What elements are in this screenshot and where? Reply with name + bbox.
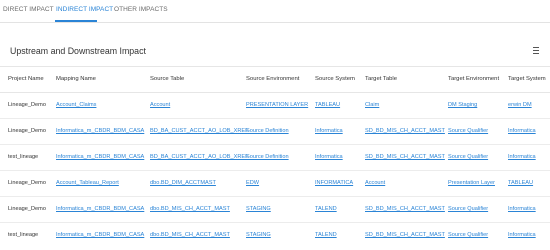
cell-source-table-link[interactable]: dbo.BD_DIM_ACCTMAST <box>150 180 216 186</box>
row-divider <box>0 170 550 171</box>
hamburger-icon[interactable] <box>533 47 539 54</box>
cell-target-environment-link[interactable]: Source Qualifier <box>448 206 488 212</box>
row-divider <box>0 118 550 119</box>
active-tab-indicator <box>55 20 97 22</box>
cell-project-name: Lineage_Demo <box>8 102 46 108</box>
row-divider <box>0 196 550 197</box>
cell-project-name: test_lineage <box>8 154 39 160</box>
column-header-source-environment[interactable]: Source Environment <box>246 76 299 82</box>
cell-source-table-link[interactable]: BD_BA_CUST_ACCT_AO_LOB_XREF <box>150 154 249 160</box>
impact-panel <box>0 35 550 250</box>
cell-target-environment-link[interactable]: Source Qualifier <box>448 128 488 134</box>
cell-target-table-link[interactable]: Claim <box>365 102 379 108</box>
cell-mapping-name-link[interactable]: Account_Tableau_Report <box>56 180 119 186</box>
cell-source-system-link[interactable]: TALEND <box>315 206 337 212</box>
column-header-target-system[interactable]: Target System <box>508 76 546 82</box>
row-divider <box>0 222 550 223</box>
cell-source-system-link[interactable]: TABLEAU <box>315 102 340 108</box>
cell-target-system-link[interactable]: Informatica <box>508 206 536 212</box>
cell-target-system-link[interactable]: Informatica <box>508 232 536 238</box>
impact-tabs: DIRECT IMPACT INDIRECT IMPACT OTHER IMPA… <box>0 0 550 23</box>
cell-source-environment-link[interactable]: Source Definition <box>246 154 289 160</box>
cell-target-environment-link[interactable]: Source Qualifier <box>448 154 488 160</box>
cell-source-environment-link[interactable]: EDW <box>246 180 259 186</box>
column-header-project-name[interactable]: Project Name <box>8 76 44 82</box>
column-header-source-system[interactable]: Source System <box>315 76 355 82</box>
column-header-target-table[interactable]: Target Table <box>365 76 397 82</box>
cell-mapping-name-link[interactable]: Account_Claims <box>56 102 96 108</box>
cell-mapping-name-link[interactable]: Informatica_m_CBDR_BDM_CASA <box>56 232 144 238</box>
cell-project-name: Lineage_Demo <box>8 128 46 134</box>
cell-target-system-link[interactable]: Informatica <box>508 154 536 160</box>
cell-target-environment-link[interactable]: DM Staging <box>448 102 477 108</box>
tab-other-impacts[interactable]: OTHER IMPACTS <box>114 6 168 13</box>
cell-target-table-link[interactable]: SD_BD_MIS_CH_ACCT_MAST <box>365 206 445 212</box>
cell-source-table-link[interactable]: dbo.BD_MIS_CH_ACCT_MAST <box>150 232 230 238</box>
cell-source-system-link[interactable]: Informatica <box>315 154 343 160</box>
cell-target-table-link[interactable]: Account <box>365 180 385 186</box>
cell-project-name: test_lineage <box>8 232 39 238</box>
cell-source-system-link[interactable]: INFORMATICA <box>315 180 353 186</box>
divider <box>0 66 550 67</box>
column-header-mapping-name[interactable]: Mapping Name <box>56 76 96 82</box>
cell-target-system-link[interactable]: Informatica <box>508 128 536 134</box>
cell-target-table-link[interactable]: SD_BD_MIS_CH_ACCT_MAST <box>365 154 445 160</box>
cell-source-system-link[interactable]: Informatica <box>315 128 343 134</box>
cell-target-table-link[interactable]: SD_BD_MIS_CH_ACCT_MAST <box>365 128 445 134</box>
cell-target-system-link[interactable]: erwin DM <box>508 102 532 108</box>
cell-source-table-link[interactable]: Account <box>150 102 170 108</box>
cell-source-table-link[interactable]: BD_BA_CUST_ACCT_AO_LOB_XREF <box>150 128 249 134</box>
cell-target-environment-link[interactable]: Source Qualifier <box>448 232 488 238</box>
cell-project-name: Lineage_Demo <box>8 180 46 186</box>
cell-target-table-link[interactable]: SD_BD_MIS_CH_ACCT_MAST <box>365 232 445 238</box>
cell-source-environment-link[interactable]: STAGING <box>246 232 271 238</box>
cell-source-table-link[interactable]: dbo.BD_MIS_CH_ACCT_MAST <box>150 206 230 212</box>
panel-title: Upstream and Downstream Impact <box>10 46 146 56</box>
cell-mapping-name-link[interactable]: Informatica_m_CBDR_BDM_CASA <box>56 128 144 134</box>
cell-target-environment-link[interactable]: Presentation Layer <box>448 180 495 186</box>
tab-direct-impact[interactable]: DIRECT IMPACT <box>3 6 54 13</box>
column-header-target-environment[interactable]: Target Environment <box>448 76 499 82</box>
cell-source-system-link[interactable]: TALEND <box>315 232 337 238</box>
column-header-source-table[interactable]: Source Table <box>150 76 184 82</box>
cell-source-environment-link[interactable]: Source Definition <box>246 128 289 134</box>
cell-source-environment-link[interactable]: STAGING <box>246 206 271 212</box>
cell-project-name: Lineage_Demo <box>8 206 46 212</box>
cell-source-environment-link[interactable]: PRESENTATION LAYER <box>246 102 308 108</box>
cell-mapping-name-link[interactable]: Informatica_m_CBDR_BDM_CASA <box>56 154 144 160</box>
tab-indirect-impact[interactable]: INDIRECT IMPACT <box>56 6 113 13</box>
row-divider <box>0 144 550 145</box>
divider <box>0 92 550 93</box>
cell-target-system-link[interactable]: TABLEAU <box>508 180 533 186</box>
cell-mapping-name-link[interactable]: Informatica_m_CBDR_BDM_CASA <box>56 206 144 212</box>
